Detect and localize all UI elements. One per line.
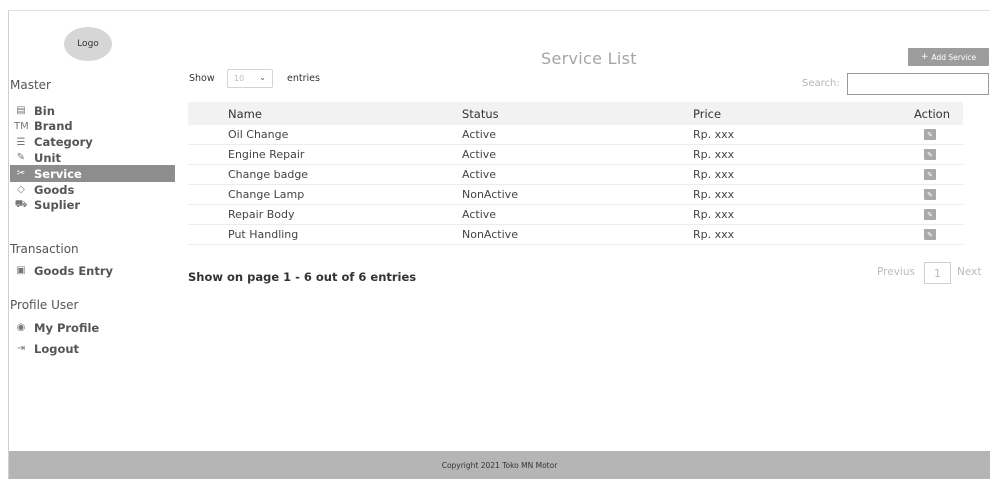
section-master-label: Master — [10, 78, 51, 92]
cell-status: Active — [462, 208, 497, 221]
table-row: Engine Repair Active Rp. xxx ✎ — [188, 145, 963, 165]
clipboard-icon: ▣ — [16, 265, 26, 276]
cell-status: Active — [462, 128, 497, 141]
sidebar-item-bin[interactable]: ▤ Bin — [10, 102, 175, 119]
cell-action: ✎ — [885, 229, 963, 240]
chevron-down-icon: ⌄ — [259, 73, 266, 82]
cell-action: ✎ — [885, 149, 963, 160]
logo: Logo — [64, 27, 112, 61]
section-transaction-label: Transaction — [10, 242, 79, 256]
sidebar-item-label: My Profile — [34, 320, 100, 335]
box-icon: ◇ — [17, 184, 25, 195]
pagination-next[interactable]: Next — [957, 266, 981, 278]
table-header: Name Status Price Action — [188, 102, 963, 125]
edit-icon[interactable]: ✎ — [924, 129, 936, 140]
sidebar-item-label: Service — [34, 166, 82, 181]
page-title: Service List — [541, 49, 637, 68]
cell-status: Active — [462, 148, 497, 161]
cell-price: Rp. xxx — [693, 228, 735, 241]
cell-action: ✎ — [885, 169, 963, 180]
sidebar-item-suplier[interactable]: ⛟ Suplier — [10, 197, 175, 214]
edit-icon[interactable]: ✎ — [924, 149, 936, 160]
service-table: Name Status Price Action Oil Change Activ… — [188, 102, 963, 245]
cell-price: Rp. xxx — [693, 208, 735, 221]
entries-select[interactable]: 10 ⌄ — [227, 69, 273, 88]
cell-name: Change badge — [228, 168, 309, 181]
search-input[interactable] — [847, 73, 989, 95]
show-label: Show — [189, 73, 215, 84]
cell-name: Repair Body — [228, 208, 295, 221]
table-row: Oil Change Active Rp. xxx ✎ — [188, 125, 963, 145]
sidebar-item-brand[interactable]: TM Brand — [10, 118, 175, 135]
plus-icon: + — [920, 52, 929, 62]
cell-status: NonActive — [462, 228, 518, 241]
table-row: Change badge Active Rp. xxx ✎ — [188, 165, 963, 185]
table-row: Put Handling NonActive Rp. xxx ✎ — [188, 225, 963, 245]
pencil-icon: ✎ — [16, 152, 26, 164]
sidebar-item-goods-entry[interactable]: ▣ Goods Entry — [10, 262, 175, 279]
cell-action: ✎ — [885, 129, 963, 140]
sidebar-item-label: Category — [34, 135, 93, 150]
table-row: Repair Body Active Rp. xxx ✎ — [188, 205, 963, 225]
edit-icon[interactable]: ✎ — [924, 169, 936, 180]
sidebar-item-label: Goods — [34, 182, 75, 197]
sidebar-item-my-profile[interactable]: ◉ My Profile — [10, 319, 175, 336]
pagination-previous[interactable]: Previus — [877, 266, 915, 278]
sidebar-item-category[interactable]: ☰ Category — [10, 134, 175, 151]
table-body: Oil Change Active Rp. xxx ✎ Engine Repair Act… — [188, 125, 963, 245]
entries-value: 10 — [234, 74, 245, 83]
sidebar-item-label: Unit — [34, 150, 61, 165]
section-profile-label: Profile User — [10, 298, 79, 312]
cell-name: Put Handling — [228, 228, 299, 241]
column-header-price[interactable]: Price — [653, 107, 885, 121]
cell-name: Engine Repair — [228, 148, 305, 161]
add-service-button[interactable]: + Add Service — [908, 48, 989, 66]
sidebar-item-logout[interactable]: ⇥ Logout — [10, 340, 175, 357]
sidebar-item-label: Goods Entry — [34, 263, 114, 278]
cell-price: Rp. xxx — [693, 148, 735, 161]
category-icon: ☰ — [16, 136, 26, 148]
cell-status: Active — [462, 168, 497, 181]
edit-icon[interactable]: ✎ — [924, 209, 936, 220]
cell-price: Rp. xxx — [693, 168, 735, 181]
cell-name: Oil Change — [228, 128, 289, 141]
cell-name: Change Lamp — [228, 188, 305, 201]
cell-status: NonActive — [462, 188, 518, 201]
pagination-current-page[interactable]: 1 — [924, 262, 951, 284]
cell-price: Rp. xxx — [693, 188, 735, 201]
sidebar-item-service[interactable]: ✂ Service — [10, 165, 175, 183]
add-service-label: Add Service — [931, 52, 977, 62]
sidebar-item-label: Suplier — [34, 198, 81, 213]
edit-icon[interactable]: ✎ — [924, 189, 936, 200]
entries-label: entries — [287, 73, 320, 84]
footer-copyright: Copyright 2021 Toko MN Motor — [9, 451, 990, 479]
brand-tm-icon: TM — [14, 120, 29, 132]
tools-icon: ✂ — [16, 168, 26, 180]
sidebar-item-label: Brand — [34, 119, 73, 134]
search-label: Search: — [802, 78, 840, 89]
sidebar-item-label: Logout — [34, 341, 80, 356]
sidebar-item-unit[interactable]: ✎ Unit — [10, 149, 175, 166]
bin-icon: ▤ — [16, 105, 26, 116]
column-header-name[interactable]: Name — [188, 107, 418, 121]
edit-icon[interactable]: ✎ — [924, 229, 936, 240]
cell-action: ✎ — [885, 209, 963, 220]
user-icon: ◉ — [16, 322, 26, 333]
cell-action: ✎ — [885, 189, 963, 200]
table-row: Change Lamp NonActive Rp. xxx ✎ — [188, 185, 963, 205]
sidebar-item-goods[interactable]: ◇ Goods — [10, 181, 175, 198]
table-summary: Show on page 1 - 6 out of 6 entries — [188, 270, 417, 284]
sidebar-item-label: Bin — [34, 103, 55, 118]
column-header-action: Action — [913, 106, 951, 121]
cell-price: Rp. xxx — [693, 128, 735, 141]
column-header-status[interactable]: Status — [418, 107, 653, 121]
logout-icon: ⇥ — [16, 343, 26, 354]
truck-icon: ⛟ — [14, 198, 28, 210]
